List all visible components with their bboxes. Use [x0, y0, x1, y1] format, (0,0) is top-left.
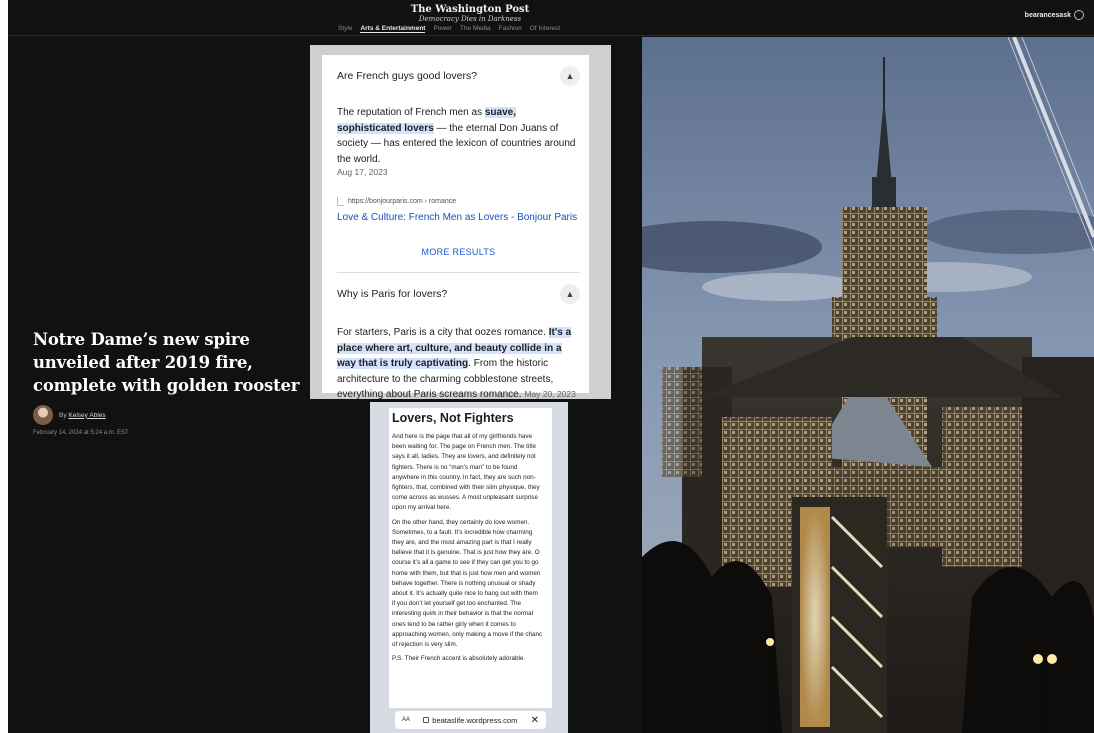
question-1: Are French guys good lovers? — [337, 70, 478, 82]
people-also-ask-card: Are French guys good lovers? ▲ The reput… — [322, 55, 589, 400]
header-divider — [8, 35, 1094, 36]
chevron-up-icon[interactable]: ▲ — [560, 66, 580, 86]
site-logo[interactable]: The Washington Post — [380, 5, 560, 15]
answer-1-text: The reputation of French men as — [337, 107, 485, 118]
publish-date: February 14, 2024 at 5:24 a.m. EST — [33, 430, 129, 436]
close-icon[interactable]: ✕ — [531, 715, 539, 726]
answer-2-date: May 20, 2023 — [524, 389, 576, 399]
google-screenshot: Are French guys good lovers? ▲ The reput… — [310, 45, 611, 400]
author-avatar — [33, 405, 53, 425]
user-icon — [1074, 10, 1084, 20]
nav-item-style[interactable]: Style — [338, 25, 352, 33]
url-text: beataslife.wordpress.com — [432, 715, 518, 725]
answer-2: For starters, Paris is a city that oozes… — [337, 325, 580, 403]
byline-prefix: By — [59, 411, 67, 419]
question-row-2[interactable]: Why is Paris for lovers? ▲ — [337, 273, 580, 315]
nav-item-arts[interactable]: Arts & Entertainment — [360, 25, 426, 33]
username: bearancesask — [1024, 11, 1071, 19]
more-results-button[interactable]: MORE RESULTS — [337, 247, 580, 257]
blog-paragraph-3: P.S. Their French accent is absolutely a… — [392, 655, 526, 663]
nav-item-fashion[interactable]: Fashion — [499, 25, 522, 33]
author-link[interactable]: Kelsey Ables — [68, 412, 105, 419]
source-url: https://bonjourparis.com › romance — [348, 198, 457, 205]
question-2: Why is Paris for lovers? — [337, 288, 448, 300]
browser-address-bar[interactable]: AA beataslife.wordpress.com ✕ — [395, 711, 546, 729]
chevron-up-icon[interactable]: ▲ — [560, 284, 580, 304]
section-nav: Style Arts & Entertainment Power The Med… — [338, 25, 560, 33]
nav-item-of-interest[interactable]: Of Interest — [530, 25, 560, 33]
result-source: https://bonjourparis.com › romance — [337, 197, 580, 206]
site-tagline: Democracy Dies in Darkness — [418, 15, 522, 23]
user-menu[interactable]: bearancesask — [1025, 10, 1084, 20]
blog-screenshot: Lovers, Not Fighters And here is the pag… — [370, 402, 568, 733]
masthead: The Washington Post Democracy Dies in Da… — [8, 0, 1094, 36]
blog-paragraph-2: On the other hand, they certainly do lov… — [392, 518, 543, 649]
article-page: The Washington Post Democracy Dies in Da… — [8, 0, 1094, 733]
blog-post: Lovers, Not Fighters And here is the pag… — [389, 408, 552, 708]
result-link[interactable]: Love & Culture: French Men as Lovers - B… — [337, 212, 580, 223]
answer-2-text: For starters, Paris is a city that oozes… — [337, 327, 549, 338]
source-favicon-icon — [337, 197, 344, 206]
answer-1-date: Aug 17, 2023 — [337, 167, 388, 177]
blog-title: Lovers, Not Fighters — [392, 411, 514, 425]
lock-icon — [423, 717, 430, 723]
blog-paragraph-1: And here is the page that all of my girl… — [392, 433, 540, 512]
answer-1: The reputation of French men as suave, s… — [337, 105, 580, 167]
article-headline: Notre Dame’s new spire unveiled after 20… — [33, 330, 300, 395]
question-row-1[interactable]: Are French guys good lovers? ▲ — [337, 55, 580, 97]
nav-item-media[interactable]: The Media — [460, 25, 491, 33]
nav-item-power[interactable]: Power — [433, 25, 451, 33]
notre-dame-photo — [642, 37, 1094, 733]
text-size-button[interactable]: AA — [402, 717, 410, 723]
byline: By Kelsey Ables — [33, 405, 106, 425]
